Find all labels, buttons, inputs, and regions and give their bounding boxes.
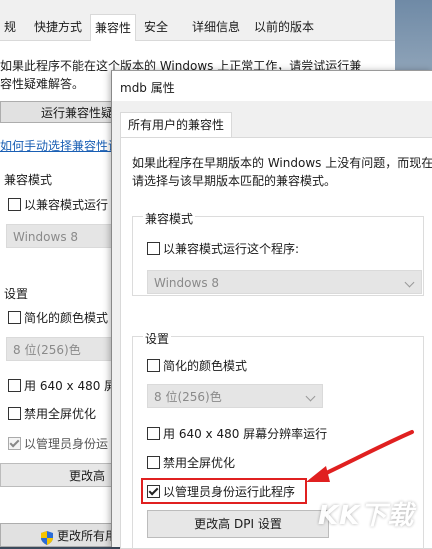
bg-res-640-checkbox[interactable]	[8, 379, 21, 392]
watermark-url: www.kkx.net	[342, 532, 406, 543]
annotation-arrow-icon	[306, 430, 414, 482]
dlg-intro-text-2: 请选择与该早期版本匹配的兼容模式。	[132, 174, 337, 188]
desktop-background	[395, 0, 432, 70]
bg-res-640-label: 用 640 x 480 屏	[24, 379, 117, 393]
change-all-users-label: 更改所有用	[57, 529, 118, 543]
dialog-title: mdb 属性	[120, 81, 175, 95]
bg-os-select[interactable]: Windows 8	[6, 224, 116, 248]
bg-color-select-value: 8 位(256)色	[13, 343, 81, 357]
dlg-os-select[interactable]: Windows 8	[147, 270, 422, 294]
manual-compat-link[interactable]: 如何手动选择兼容性设	[0, 137, 120, 154]
dlg-run-as-admin-checkbox[interactable]	[147, 485, 160, 498]
bg-compat-mode-label: 兼容模式	[4, 173, 53, 187]
bg-compat-mode-checkbox[interactable]	[8, 198, 21, 211]
dlg-compat-mode-label: 兼容模式	[143, 210, 196, 227]
bg-os-select-value: Windows 8	[13, 230, 79, 244]
dlg-settings-label: 设置	[143, 330, 172, 347]
dlg-disable-fullscreen-checkbox[interactable]	[147, 456, 160, 469]
bg-reduced-color-checkbox[interactable]	[8, 311, 21, 324]
tab-details[interactable]: 详细信息	[188, 16, 244, 39]
dlg-run-as-admin-label: 以管理员身份运行此程序	[163, 485, 296, 499]
bg-compat-mode-checkbox-label: 以兼容模式运行	[24, 198, 109, 212]
dlg-reduced-color-label: 简化的颜色模式	[163, 359, 248, 373]
dlg-res-640-checkbox[interactable]	[147, 427, 160, 440]
bg-reduced-color-label: 简化的颜色模式	[24, 311, 109, 325]
dlg-intro-text-1: 如果此程序在早期版本的 Windows 上没有问题，而现在	[132, 156, 432, 170]
bg-color-select[interactable]: 8 位(256)色	[6, 337, 116, 361]
tab-compatibility[interactable]: 兼容性	[90, 14, 137, 42]
watermark-brand: KK下载	[318, 501, 415, 531]
tab-all-users-compatibility[interactable]: 所有用户的兼容性	[120, 112, 232, 137]
tab-shortcut[interactable]: 快捷方式	[30, 16, 86, 39]
dlg-reduced-color-checkbox[interactable]	[147, 359, 160, 372]
dlg-disable-fullscreen-label: 禁用全屏优化	[163, 456, 236, 470]
uac-shield-icon	[41, 529, 53, 545]
tab-security[interactable]: 安全	[140, 16, 172, 39]
background-tab-bar: 规 快捷方式 兼容性 安全 详细信息 以前的版本	[0, 14, 395, 42]
dlg-change-dpi-button[interactable]: 更改高 DPI 设置	[147, 510, 329, 538]
chevron-down-icon	[404, 277, 415, 288]
dialog-title-bar[interactable]: mdb 属性	[112, 71, 432, 101]
bg-intro-text-2: 容性疑难解答。	[0, 77, 85, 91]
chevron-down-icon	[305, 391, 316, 402]
dlg-compat-mode-checkbox-label: 以兼容模式运行这个程序:	[163, 242, 300, 256]
bg-disable-fullscreen-label: 禁用全屏优化	[24, 407, 97, 421]
dlg-color-select[interactable]: 8 位(256)色	[147, 384, 323, 408]
tab-previous-versions[interactable]: 以前的版本	[250, 16, 318, 39]
tab-general[interactable]: 规	[0, 16, 20, 39]
dlg-compat-mode-checkbox[interactable]	[147, 242, 160, 255]
bg-settings-label: 设置	[4, 287, 29, 301]
bg-run-as-admin-label: 以管理员身份运	[24, 437, 109, 451]
dlg-color-select-value: 8 位(256)色	[154, 390, 222, 404]
bg-disable-fullscreen-checkbox[interactable]	[8, 407, 21, 420]
bg-run-as-admin-checkbox[interactable]	[8, 437, 21, 450]
dlg-os-select-value: Windows 8	[154, 276, 220, 290]
